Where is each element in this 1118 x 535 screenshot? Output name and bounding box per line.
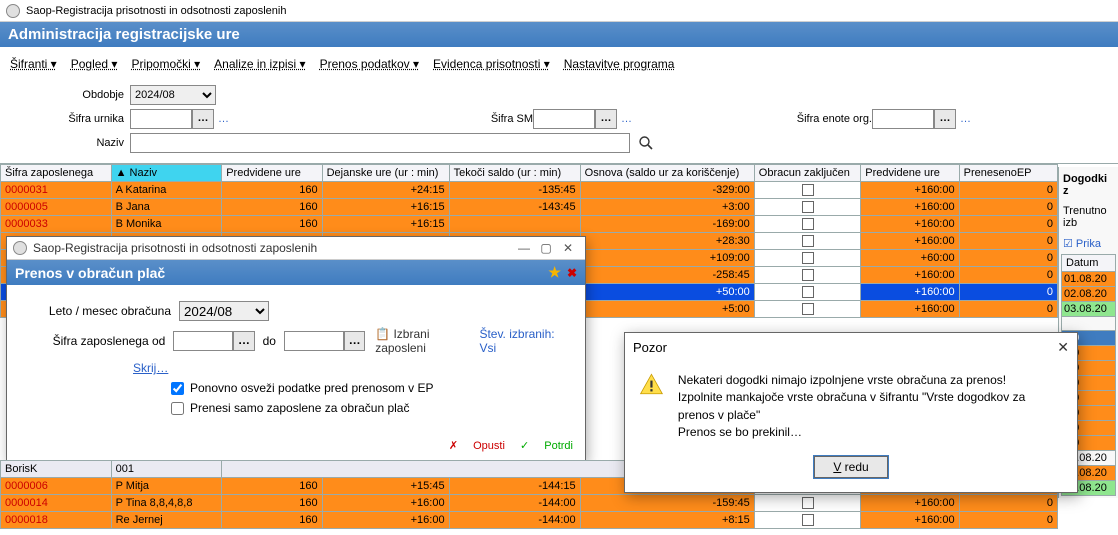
sifra-sm-input[interactable] <box>533 109 595 129</box>
do-label: do <box>263 334 276 348</box>
naziv-input[interactable] <box>130 133 630 153</box>
warning-icon <box>639 372 664 400</box>
minimize-button[interactable]: — <box>513 241 535 255</box>
modal-title: Saop-Registracija prisotnosti in odsotno… <box>33 241 513 255</box>
sifra-enote-input[interactable] <box>872 109 934 129</box>
alert-dialog: Pozor ✕ Nekateri dogodki nimajo izpolnje… <box>624 332 1078 493</box>
sifra-od-lookup[interactable]: … <box>233 331 254 351</box>
cb-refresh[interactable] <box>171 382 184 395</box>
table-row[interactable]: 0000014P Tina 8,8,4,8,8160+16:00-144:00-… <box>1 495 1058 512</box>
sifra-zap-label: Šifra zaposlenega od <box>21 334 165 348</box>
sifra-urnika-icon[interactable]: … <box>218 113 229 125</box>
sifra-sm-label: Šifra SM <box>333 113 533 125</box>
leto-label: Leto / mesec obračuna <box>21 304 171 318</box>
stev-label: Štev. izbranih: Vsi <box>479 327 571 355</box>
calendar-day[interactable] <box>1062 317 1116 331</box>
transfer-modal: Saop-Registracija prisotnosti in odsotno… <box>6 236 586 461</box>
datum-col[interactable]: Datum <box>1062 255 1116 272</box>
app-icon <box>6 4 20 18</box>
sifra-do-lookup[interactable]: … <box>344 331 365 351</box>
col-obracun[interactable]: Obracun zaključen <box>754 165 861 182</box>
page-title: Administracija registracijske ure <box>0 22 1118 47</box>
sifra-urnika-input[interactable] <box>130 109 192 129</box>
table-row[interactable]: 0000005B Jana160+16:15-143:45+3:00+160:0… <box>1 199 1058 216</box>
sifra-od-input[interactable] <box>173 331 233 351</box>
skrij-link[interactable]: Skrij… <box>133 361 168 375</box>
sifra-enote-label: Šifra enote org. <box>696 113 872 125</box>
sifra-sm-lookup[interactable]: … <box>595 109 617 129</box>
dogodki-title: Dogodki z <box>1061 169 1116 201</box>
cb-samozap[interactable] <box>171 402 184 415</box>
col-dejanske[interactable]: Dejanske ure (ur : min) <box>322 165 449 182</box>
menu-bar: Šifranti ▾ Pogled ▾ Pripomočki ▾ Analize… <box>0 47 1118 77</box>
table-row[interactable]: 0000018Re Jernej160+16:00-144:00+8:15+16… <box>1 512 1058 529</box>
modal-header: Prenos v obračun plač <box>15 265 165 281</box>
menu-analize[interactable]: Analize in izpisi ▾ <box>214 57 305 71</box>
sifra-urnika-label: Šifra urnika <box>12 113 124 125</box>
calendar-day[interactable]: 01.08.20 <box>1062 272 1116 287</box>
leto-select[interactable]: 2024/08 <box>179 301 269 321</box>
alert-line-3: Prenos se bo prekinil… <box>678 424 1063 441</box>
alert-ok-button[interactable]: V redu <box>814 456 887 478</box>
alert-line-1: Nekateri dogodki nimajo izpolnjene vrste… <box>678 372 1063 389</box>
menu-nastavitve[interactable]: Nastavitve programa <box>564 57 675 71</box>
menu-pripomocki[interactable]: Pripomočki ▾ <box>131 57 200 71</box>
calendar-day[interactable]: 03.08.20 <box>1062 302 1116 317</box>
sifra-do-input[interactable] <box>284 331 344 351</box>
maximize-button[interactable]: ▢ <box>535 241 557 255</box>
menu-evidenca[interactable]: Evidenca prisotnosti ▾ <box>433 57 550 71</box>
obdobje-label: Obdobje <box>12 89 124 101</box>
menu-pogled[interactable]: Pogled ▾ <box>71 57 118 71</box>
prika-link[interactable]: ☑ Prika <box>1061 233 1116 254</box>
menu-prenos[interactable]: Prenos podatkov ▾ <box>320 57 419 71</box>
sifra-enote-lookup[interactable]: … <box>934 109 956 129</box>
app-icon <box>13 241 27 255</box>
sifra-sm-icon[interactable]: … <box>621 113 632 125</box>
table-row[interactable]: 0000033B Monika160+16:15-169:00+160:000 <box>1 216 1058 233</box>
modal-title-bar: Saop-Registracija prisotnosti in odsotno… <box>7 237 585 260</box>
dogodki-note: Trenutno izb <box>1061 201 1116 233</box>
col-ep[interactable]: PrenesenoEP <box>959 165 1057 182</box>
col-osnova[interactable]: Osnova (saldo ur za koriščenje) <box>580 165 754 182</box>
window-title-bar: Saop-Registracija prisotnosti in odsotno… <box>0 0 1118 22</box>
col-predvidene2[interactable]: Predvidene ure <box>861 165 959 182</box>
star-icon[interactable]: ★ <box>548 264 561 281</box>
izbrani-icon[interactable]: 📋 Izbrani zaposleni <box>375 327 479 355</box>
window-title: Saop-Registracija prisotnosti in odsotno… <box>26 5 286 17</box>
menu-sifranti[interactable]: Šifranti ▾ <box>10 57 57 71</box>
calendar-day[interactable]: 02.08.20 <box>1062 287 1116 302</box>
delete-icon[interactable]: ✖ <box>567 266 577 280</box>
alert-title: Pozor <box>633 340 1057 355</box>
sifra-enote-icon[interactable]: … <box>960 113 971 125</box>
col-predvidene[interactable]: Predvidene ure <box>222 165 322 182</box>
table-header-row: Šifra zaposlenega ▲ Naziv Predvidene ure… <box>1 165 1058 182</box>
filter-panel: Obdobje 2024/08 Šifra urnika … … Šifra S… <box>0 77 1118 163</box>
naziv-label: Naziv <box>12 137 124 149</box>
col-sifra[interactable]: Šifra zaposlenega <box>1 165 112 182</box>
close-button[interactable]: ✕ <box>557 241 579 255</box>
col-tekoci[interactable]: Tekoči saldo (ur : min) <box>449 165 580 182</box>
search-icon[interactable] <box>638 135 654 151</box>
sifra-urnika-lookup[interactable]: … <box>192 109 214 129</box>
table-row[interactable]: 0000031A Katarina160+24:15-135:45-329:00… <box>1 182 1058 199</box>
obdobje-select[interactable]: 2024/08 <box>130 85 216 105</box>
col-naziv[interactable]: ▲ Naziv <box>111 165 222 182</box>
alert-close-icon[interactable]: ✕ <box>1057 339 1069 356</box>
opusti-button[interactable]: ✗ Opusti <box>449 440 505 452</box>
potrdi-button[interactable]: ✓ Potrdi <box>520 440 573 452</box>
alert-line-2: Izpolnite mankajoče vrste obračuna v šif… <box>678 389 1063 424</box>
